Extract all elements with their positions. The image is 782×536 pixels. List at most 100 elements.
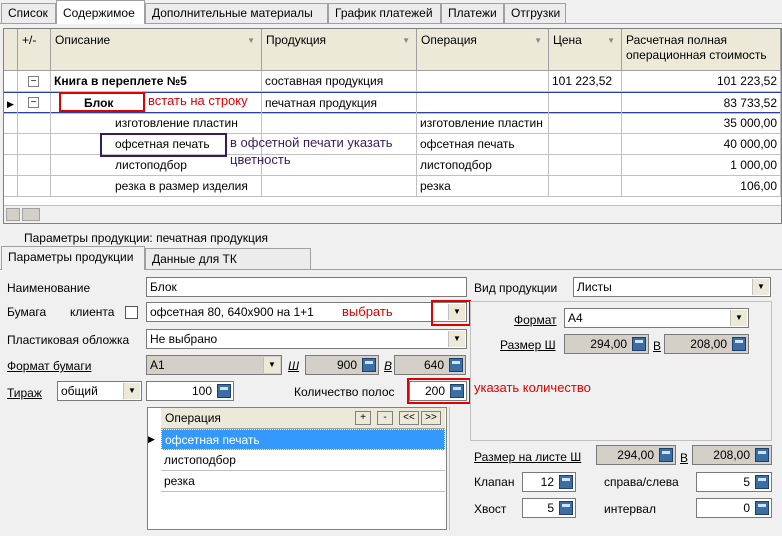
main-tabs: Список Содержимое Дополнительные материа… [0, 0, 782, 24]
chevron-down-icon[interactable]: ▼ [263, 357, 280, 373]
sheet-height-label: В [680, 451, 689, 465]
run-label[interactable]: Тираж [7, 385, 42, 401]
paper-format-select[interactable]: А1 ▼ [146, 355, 282, 375]
chevron-down-icon[interactable]: ▼ [123, 383, 140, 399]
calculator-icon[interactable] [559, 475, 573, 489]
description-header[interactable]: Описание ▼ [51, 29, 262, 71]
add-operation-button[interactable]: + [355, 411, 371, 425]
plusminus-header[interactable]: +/- [18, 29, 51, 71]
operations-grid: Операция + - << >> ▶ офсетная печать лис… [147, 407, 447, 530]
paper-format-label[interactable]: Формат бумаги [7, 358, 91, 374]
cover-label: Пластиковая обложка [7, 333, 130, 347]
paper-height-input[interactable]: 640 [394, 355, 466, 375]
table-row[interactable]: резка в размер изделия резка 106,00 [4, 176, 781, 197]
scroll-thumb[interactable] [22, 208, 40, 221]
flap-label: Клапан [474, 475, 515, 489]
highlight-pages-box [407, 378, 471, 404]
cover-select[interactable]: Не выбрано ▼ [146, 329, 467, 349]
operation-header[interactable]: Операция ▼ [417, 29, 549, 71]
pages-label: Количество полос [294, 385, 395, 399]
client-label: клиента [70, 305, 115, 319]
calculator-icon[interactable] [659, 448, 673, 462]
contents-grid: +/- Описание ▼ Продукция ▼ Операция ▼ Цена ▼… [3, 28, 782, 224]
sort-arrow-icon: ▼ [247, 36, 255, 45]
price-header[interactable]: Цена ▼ [549, 29, 622, 71]
right-left-label: справа/слева [604, 475, 679, 489]
interval-input[interactable]: 0 [696, 498, 772, 518]
table-row[interactable]: изготовление пластин изготовление пласти… [4, 113, 781, 134]
tab-list[interactable]: Список [1, 3, 56, 23]
tab-payments[interactable]: Платежи [441, 3, 504, 23]
height-label: В [384, 359, 393, 373]
sheet-size-label[interactable]: Размер на листе Ш [474, 449, 581, 465]
interval-label: интервал [604, 502, 656, 516]
calculator-icon[interactable] [755, 475, 769, 489]
horizontal-scrollbar[interactable] [4, 205, 781, 223]
operation-item[interactable]: резка [161, 471, 445, 492]
product-type-label: Вид продукции [474, 281, 558, 295]
paper-width-input[interactable]: 900 [305, 355, 379, 375]
move-down-button[interactable]: >> [421, 411, 441, 425]
flap-input[interactable]: 12 [522, 472, 576, 492]
tab-additional-materials[interactable]: Дополнительные материалы [145, 3, 328, 23]
sheet-height-input[interactable]: 208,00 [692, 445, 772, 465]
size-width-label[interactable]: Размер Ш [500, 337, 556, 353]
move-up-button[interactable]: << [399, 411, 419, 425]
collapse-icon[interactable]: − [28, 97, 39, 108]
calculator-icon[interactable] [559, 501, 573, 515]
format-label[interactable]: Формат [514, 312, 557, 328]
collapse-icon[interactable]: − [28, 76, 39, 87]
operation-item-selected[interactable]: офсетная печать [161, 429, 445, 450]
tail-label: Хвост [474, 502, 507, 516]
tab-payment-schedule[interactable]: График платежей [328, 3, 441, 23]
product-type-select[interactable]: Листы ▼ [573, 277, 771, 297]
tab-product-params[interactable]: Параметры продукции [1, 246, 145, 270]
product-header[interactable]: Продукция ▼ [262, 29, 417, 71]
row-pointer-icon: ▶ [148, 434, 155, 444]
name-input[interactable]: Блок [146, 277, 467, 297]
chevron-down-icon[interactable]: ▼ [752, 279, 769, 295]
sheet-width-input[interactable]: 294,00 [596, 445, 676, 465]
size-height-label: В [653, 339, 662, 353]
table-row[interactable]: − Книга в переплете №5 составная продукц… [4, 71, 781, 92]
calculator-icon[interactable] [632, 337, 646, 351]
run-input[interactable]: 100 [146, 381, 234, 401]
size-height-input[interactable]: 208,00 [664, 334, 749, 354]
calculator-icon[interactable] [449, 358, 463, 372]
chevron-down-icon[interactable]: ▼ [730, 310, 747, 326]
sort-arrow-icon: ▼ [607, 36, 615, 45]
calculator-icon[interactable] [755, 448, 769, 462]
grid-indicator-header [4, 29, 18, 71]
width-label: Ш [288, 359, 300, 373]
scroll-left-icon[interactable] [6, 208, 20, 221]
format-select[interactable]: А4 ▼ [564, 308, 749, 328]
vertical-scrollbar[interactable] [449, 407, 464, 530]
chevron-down-icon[interactable]: ▼ [448, 331, 465, 347]
remove-operation-button[interactable]: - [377, 411, 393, 425]
run-type-select[interactable]: общий ▼ [57, 381, 142, 401]
operation-item[interactable]: листоподбор [161, 450, 445, 471]
sort-arrow-icon: ▼ [534, 36, 542, 45]
operations-header: Операция + - << >> [161, 408, 445, 429]
tab-shipments[interactable]: Отгрузки [504, 3, 566, 23]
sort-arrow-icon: ▼ [402, 36, 410, 45]
paper-label: Бумага [7, 305, 47, 319]
annotation-select-note: выбрать [342, 304, 393, 319]
cost-header[interactable]: Расчетная полная операционная стоимость [622, 29, 781, 71]
annotation-color-note: в офсетной печати указать цветность [230, 135, 393, 167]
paper-select[interactable]: офсетная 80, 640х900 на 1+1 ▼ [146, 302, 467, 322]
highlight-select-box [431, 300, 471, 326]
right-left-input[interactable]: 5 [696, 472, 772, 492]
client-paper-checkbox[interactable] [125, 306, 138, 319]
size-width-input[interactable]: 294,00 [564, 334, 649, 354]
calculator-icon[interactable] [217, 384, 231, 398]
calculator-icon[interactable] [755, 501, 769, 515]
annotation-row-note: встать на строку [148, 93, 248, 108]
calculator-icon[interactable] [362, 358, 376, 372]
highlight-offset-box [100, 133, 227, 157]
tab-tk-data[interactable]: Данные для ТК [145, 248, 311, 270]
calculator-icon[interactable] [732, 337, 746, 351]
tail-input[interactable]: 5 [522, 498, 576, 518]
tab-contents[interactable]: Содержимое [56, 0, 145, 24]
row-pointer-icon: ▶ [7, 99, 14, 109]
